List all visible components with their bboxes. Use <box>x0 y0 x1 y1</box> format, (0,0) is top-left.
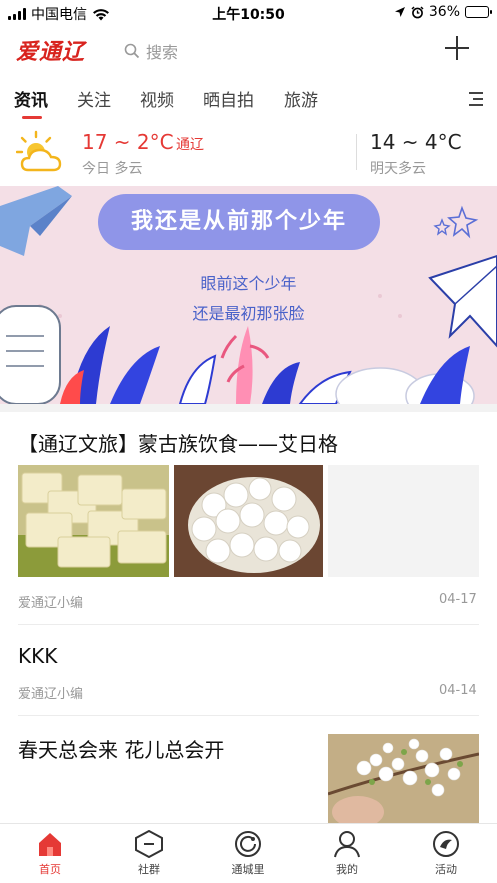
tab-travel[interactable]: 旅游 <box>284 86 318 111</box>
tab-home[interactable]: 首页 <box>10 830 90 877</box>
flower-photo <box>328 734 479 823</box>
weather-divider <box>356 134 357 170</box>
tab-community[interactable]: 社群 <box>109 830 189 877</box>
tab-video[interactable]: 视频 <box>140 86 174 111</box>
food-photo-cheese-bars <box>18 465 169 577</box>
app-logo: 爱通辽 <box>16 39 86 65</box>
battery-icon <box>465 6 492 18</box>
promo-banner[interactable]: 我还是从前那个少年 眼前这个少年 还是最初那张脸 <box>0 186 497 404</box>
tab-label: 活动 <box>435 863 457 876</box>
tab-label: 首页 <box>39 863 61 876</box>
article-title: 【通辽文旅】蒙古族饮食——艾日格 <box>18 432 338 456</box>
today-description: 今日 多云 <box>82 161 143 177</box>
banner-headline: 我还是从前那个少年 <box>98 194 380 250</box>
article-divider <box>18 715 479 716</box>
status-bar: 中国电信 上午10:50 36% <box>0 0 497 26</box>
article-thumbnail-placeholder <box>328 465 479 577</box>
tab-news[interactable]: 资讯 <box>14 86 48 111</box>
tomorrow-temperature: 14 ~ 4°C <box>370 130 462 154</box>
activity-icon <box>433 831 459 857</box>
active-tab-indicator <box>22 116 42 119</box>
article-date: 04-17 <box>439 592 477 607</box>
home-icon <box>39 833 61 856</box>
app-header: 爱通辽 搜索 <box>0 28 497 72</box>
article-title: 春天总会来 花儿总会开 <box>18 738 225 762</box>
weather-widget[interactable]: 17 ~ 2°C 通辽 今日 多云 14 ~ 4°C 明天多云 <box>0 124 497 184</box>
section-gap <box>0 404 497 412</box>
search-icon <box>124 43 140 59</box>
article-date: 04-14 <box>439 683 477 698</box>
search-bar[interactable]: 搜索 <box>124 39 178 63</box>
article-source: 爱通辽小编 <box>18 596 84 611</box>
tab-label: 通城里 <box>231 863 265 876</box>
community-icon <box>135 830 163 858</box>
tab-city[interactable]: 通城里 <box>208 830 288 877</box>
article-title: KKK <box>18 644 58 668</box>
tomorrow-description: 明天多云 <box>370 161 426 177</box>
article-thumbnail <box>328 734 479 823</box>
banner-line-2: 还是最初那张脸 <box>192 304 305 323</box>
city-icon <box>235 831 261 857</box>
article-thumbnail <box>18 465 169 577</box>
channel-menu-icon[interactable] <box>467 92 483 106</box>
tab-label: 社群 <box>138 863 160 876</box>
battery-percent: 36% <box>428 4 460 20</box>
search-placeholder: 搜索 <box>146 43 179 62</box>
profile-icon <box>334 831 360 858</box>
article-divider <box>18 624 479 625</box>
today-temperature: 17 ~ 2°C <box>82 130 174 154</box>
tab-follow[interactable]: 关注 <box>77 86 111 111</box>
bottom-tab-bar: 首页 社群 通城里 我的 活动 <box>0 823 497 883</box>
channel-tabs: 资讯 关注 视频 晒自拍 旅游 <box>0 78 497 122</box>
tab-label: 我的 <box>336 863 358 876</box>
article-thumbnail <box>174 465 323 577</box>
add-button[interactable] <box>445 36 469 60</box>
food-photo-cheese-rounds <box>174 465 323 577</box>
article-source: 爱通辽小编 <box>18 687 84 702</box>
tab-activity[interactable]: 活动 <box>406 830 486 877</box>
alarm-icon <box>411 5 424 18</box>
banner-line-1: 眼前这个少年 <box>200 274 297 293</box>
weather-city: 通辽 <box>176 137 204 153</box>
partly-cloudy-icon <box>16 130 62 172</box>
tab-selfie[interactable]: 晒自拍 <box>203 86 254 111</box>
status-right: 36% <box>394 4 492 20</box>
tab-profile[interactable]: 我的 <box>307 830 387 877</box>
location-icon <box>394 7 405 17</box>
